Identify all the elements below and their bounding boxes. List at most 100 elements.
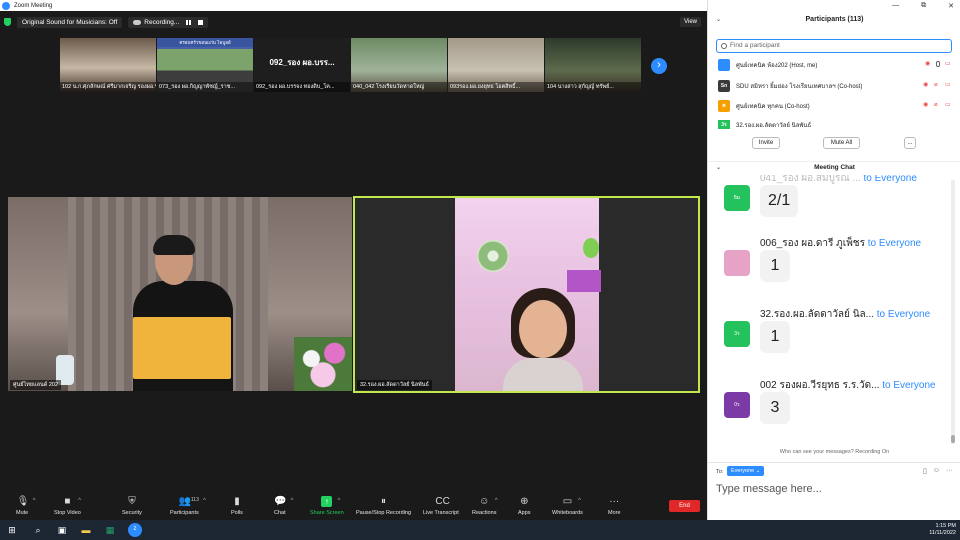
main-video-left[interactable]: ศูนย์ไทยแลนด์ 202 [8,197,352,391]
mic-muted-icon[interactable]: ⌀ [934,102,940,108]
participant-actions: Invite Mute All ... [708,137,960,149]
whiteboards-button[interactable]: ▭ ^ Whiteboards [552,496,583,516]
video-off-icon[interactable]: ▭ [945,82,951,88]
avatar-initials: 3ร [734,331,740,337]
message-input[interactable]: Type message here... [716,483,822,495]
polls-button[interactable]: ▮ Polls [231,496,243,516]
avatar: ศ [718,100,730,112]
view-button[interactable]: View [680,17,701,27]
main-video-right-active-speaker[interactable]: 32.รอง.ผอ.ลัดดาวัลย์ นิลพันธ์ [353,196,700,393]
chat-message-list[interactable]: ยิม 041_รอง ผอ.สมบูรณ์ ... to Everyone 2… [708,175,960,443]
wall-fan-image [477,240,509,272]
avatar-initials: 3ร [721,121,727,128]
scrollbar-thumb[interactable] [951,435,955,443]
security-shield-icon[interactable] [4,18,11,26]
message-sender: 32.รอง.ผอ.ลัดดาวัลย์ นิล... to Everyone [760,307,930,322]
mute-all-button[interactable]: Mute All [823,137,860,149]
message-placeholder: Type message here... [716,483,822,495]
ellipsis-icon[interactable]: ··· [946,467,953,475]
participant-row[interactable]: Sn SDU สมิหรา ยิ้มย่อง โรงเรียนเทศบาลฯ (… [718,79,953,93]
windows-start-icon[interactable]: ⊞ [6,524,18,536]
task-view-icon[interactable]: ▣ [56,524,68,536]
people-icon: 👥 113 ^ [178,496,206,507]
video-camera-icon: ■ ^ [64,496,81,507]
zoom-taskbar-icon[interactable]: z [128,523,142,537]
end-meeting-button[interactable]: End [669,500,700,512]
share-screen-button[interactable]: ↑ ^ Share Screen [310,496,344,516]
participants-title: Participants (113) [805,16,864,23]
avatar-initials: Sn [720,83,728,89]
video-off-icon[interactable]: ▭ [945,102,951,108]
video-name-label: 32.รอง.ผอ.ลัดดาวัลย์ นิลพันธ์ [357,380,432,390]
invite-button[interactable]: Invite [752,137,780,149]
system-clock[interactable]: 1:15 PM 11/11/2022 [929,523,956,537]
participant-name: ศูนย์เทคนิค ห้อง202 (Host, me) [736,63,818,69]
thumbnail-video[interactable]: 104 นางสาว สุกัญญ์ ทรัพย์... [545,38,641,92]
reactions-button[interactable]: ☺ ^ Reactions [472,496,498,516]
chat-privacy-note[interactable]: Who can see your messages? Recording On [708,449,960,455]
chat-scrollbar[interactable] [951,180,955,444]
participants-button[interactable]: 👥 113 ^ Participants [170,496,206,516]
sender-name: 006_รอง ผอ.ดารี ภูเพ็ชร [760,238,865,249]
pause-recording-icon[interactable] [186,19,192,25]
thumbnail-name: 093รอง.ผอ.ยงยุทธ โอตสิทธิ์... [448,82,544,92]
participant-name: ศูนย์เทคนิค ทุกคน (Co-host) [736,104,810,110]
recording-dot-icon: ◉ [923,102,929,108]
sender-name: 32.รอง.ผอ.ลัดดาวัลย์ นิล... [760,309,874,320]
chat-button[interactable]: 💬 ^ Chat [274,496,293,516]
participant-search-input[interactable]: Find a participant [716,39,952,53]
close-icon[interactable]: ✕ [948,2,954,10]
recipient-dropdown[interactable]: Everyone ⌄ [727,466,765,476]
original-sound-badge[interactable]: Original Sound for Musicians: Off [17,16,123,28]
message-sender: 006_รอง ผอ.ดารี ภูเพ็ชร to Everyone [760,236,921,251]
more-options-button[interactable]: ... [904,137,916,149]
video-stage: Original Sound for Musicians: Off Record… [0,11,707,493]
thumbnail-video[interactable]: 040_042 โรงเรียนวัดหาดใหญ่ [351,38,447,92]
apps-button[interactable]: ⊕ Apps [518,496,531,516]
stop-video-label: Stop Video [54,510,81,516]
emoji-icon[interactable]: ☺ [933,467,940,475]
thumbnail-video[interactable]: 093รอง.ผอ.ยงยุทธ โอตสิทธิ์... [448,38,544,92]
video-off-icon[interactable]: ▭ [945,61,951,67]
apps-icon: ⊕ [520,496,529,507]
message-text: 1 [760,250,790,282]
recipient: to Everyone [882,380,936,391]
search-icon[interactable]: ⌕ [32,524,44,536]
file-explorer-icon[interactable]: ▬ [80,524,92,536]
bar-chart-icon: ▮ [234,496,240,507]
live-transcript-button[interactable]: CC Live Transcript [423,496,459,516]
clock-time: 1:15 PM [935,523,956,529]
thumbnail-video[interactable]: 102 น.ก.ศุภลักษณ์ ศรีมากเจริญ รองผอ.ฯ [60,38,156,92]
pause-stop-recording-button[interactable]: ⏸ Pause/Stop Recording [356,496,411,516]
participant-row[interactable]: ศ ศูนย์เทคนิค ทุกคน (Co-host) ◉ ⌀ ▭ [718,99,953,113]
stop-video-button[interactable]: ■ ^ Stop Video [54,496,81,516]
maximize-icon[interactable]: ⧉ [921,2,926,10]
sender-name: 002 รองผอ.วีรยุทธ ร.ร.วัด... [760,380,880,391]
collapse-chevron-icon[interactable]: ⌄ [716,164,721,171]
camera-frame [455,198,601,391]
file-icon[interactable]: ▯ [923,467,927,475]
recording-label: Recording... [144,18,180,26]
avatar [724,250,750,276]
mic-icon[interactable] [936,61,940,67]
message-text: 1 [760,321,790,353]
mic-muted-icon[interactable]: ⌀ [934,82,940,88]
speaker-figure [503,288,583,391]
participant-row[interactable]: ศูนย์เทคนิค ห้อง202 (Host, me) ◉ ▭ [718,58,953,72]
next-page-arrow-icon[interactable]: › [651,58,667,74]
security-button[interactable]: ⛨ Security [122,496,142,516]
thumbnail-video[interactable]: 092_รอง ผอ.บรร... 092_รอง ผอ.บรรจง ทองดิบ… [254,38,350,92]
collapse-chevron-icon[interactable]: ⌄ [716,16,721,23]
more-button[interactable]: ··· More [608,496,621,516]
polls-label: Polls [231,510,243,516]
recipient: to Everyone [863,175,917,184]
app-grid-icon[interactable]: ▦ [104,524,116,536]
minimize-icon[interactable]: — [892,2,899,10]
stop-recording-icon[interactable] [198,19,204,25]
window-title: Zoom Meeting [14,2,53,9]
recipient: to Everyone [876,309,931,320]
mute-button[interactable]: 🎙 ^ Mute [16,496,36,516]
participant-row[interactable]: 3ร 32.รอง.ผอ.ลัดดาวัลย์ นิลพันธ์ [718,120,953,129]
thumbnail-video[interactable]: ครอบครัวขอนแก่น ไพบูลย์ 073_รอง ผอ.กิญญาพ… [157,38,253,92]
thumbnail-name: 040_042 โรงเรียนวัดหาดใหญ่ [351,82,447,92]
